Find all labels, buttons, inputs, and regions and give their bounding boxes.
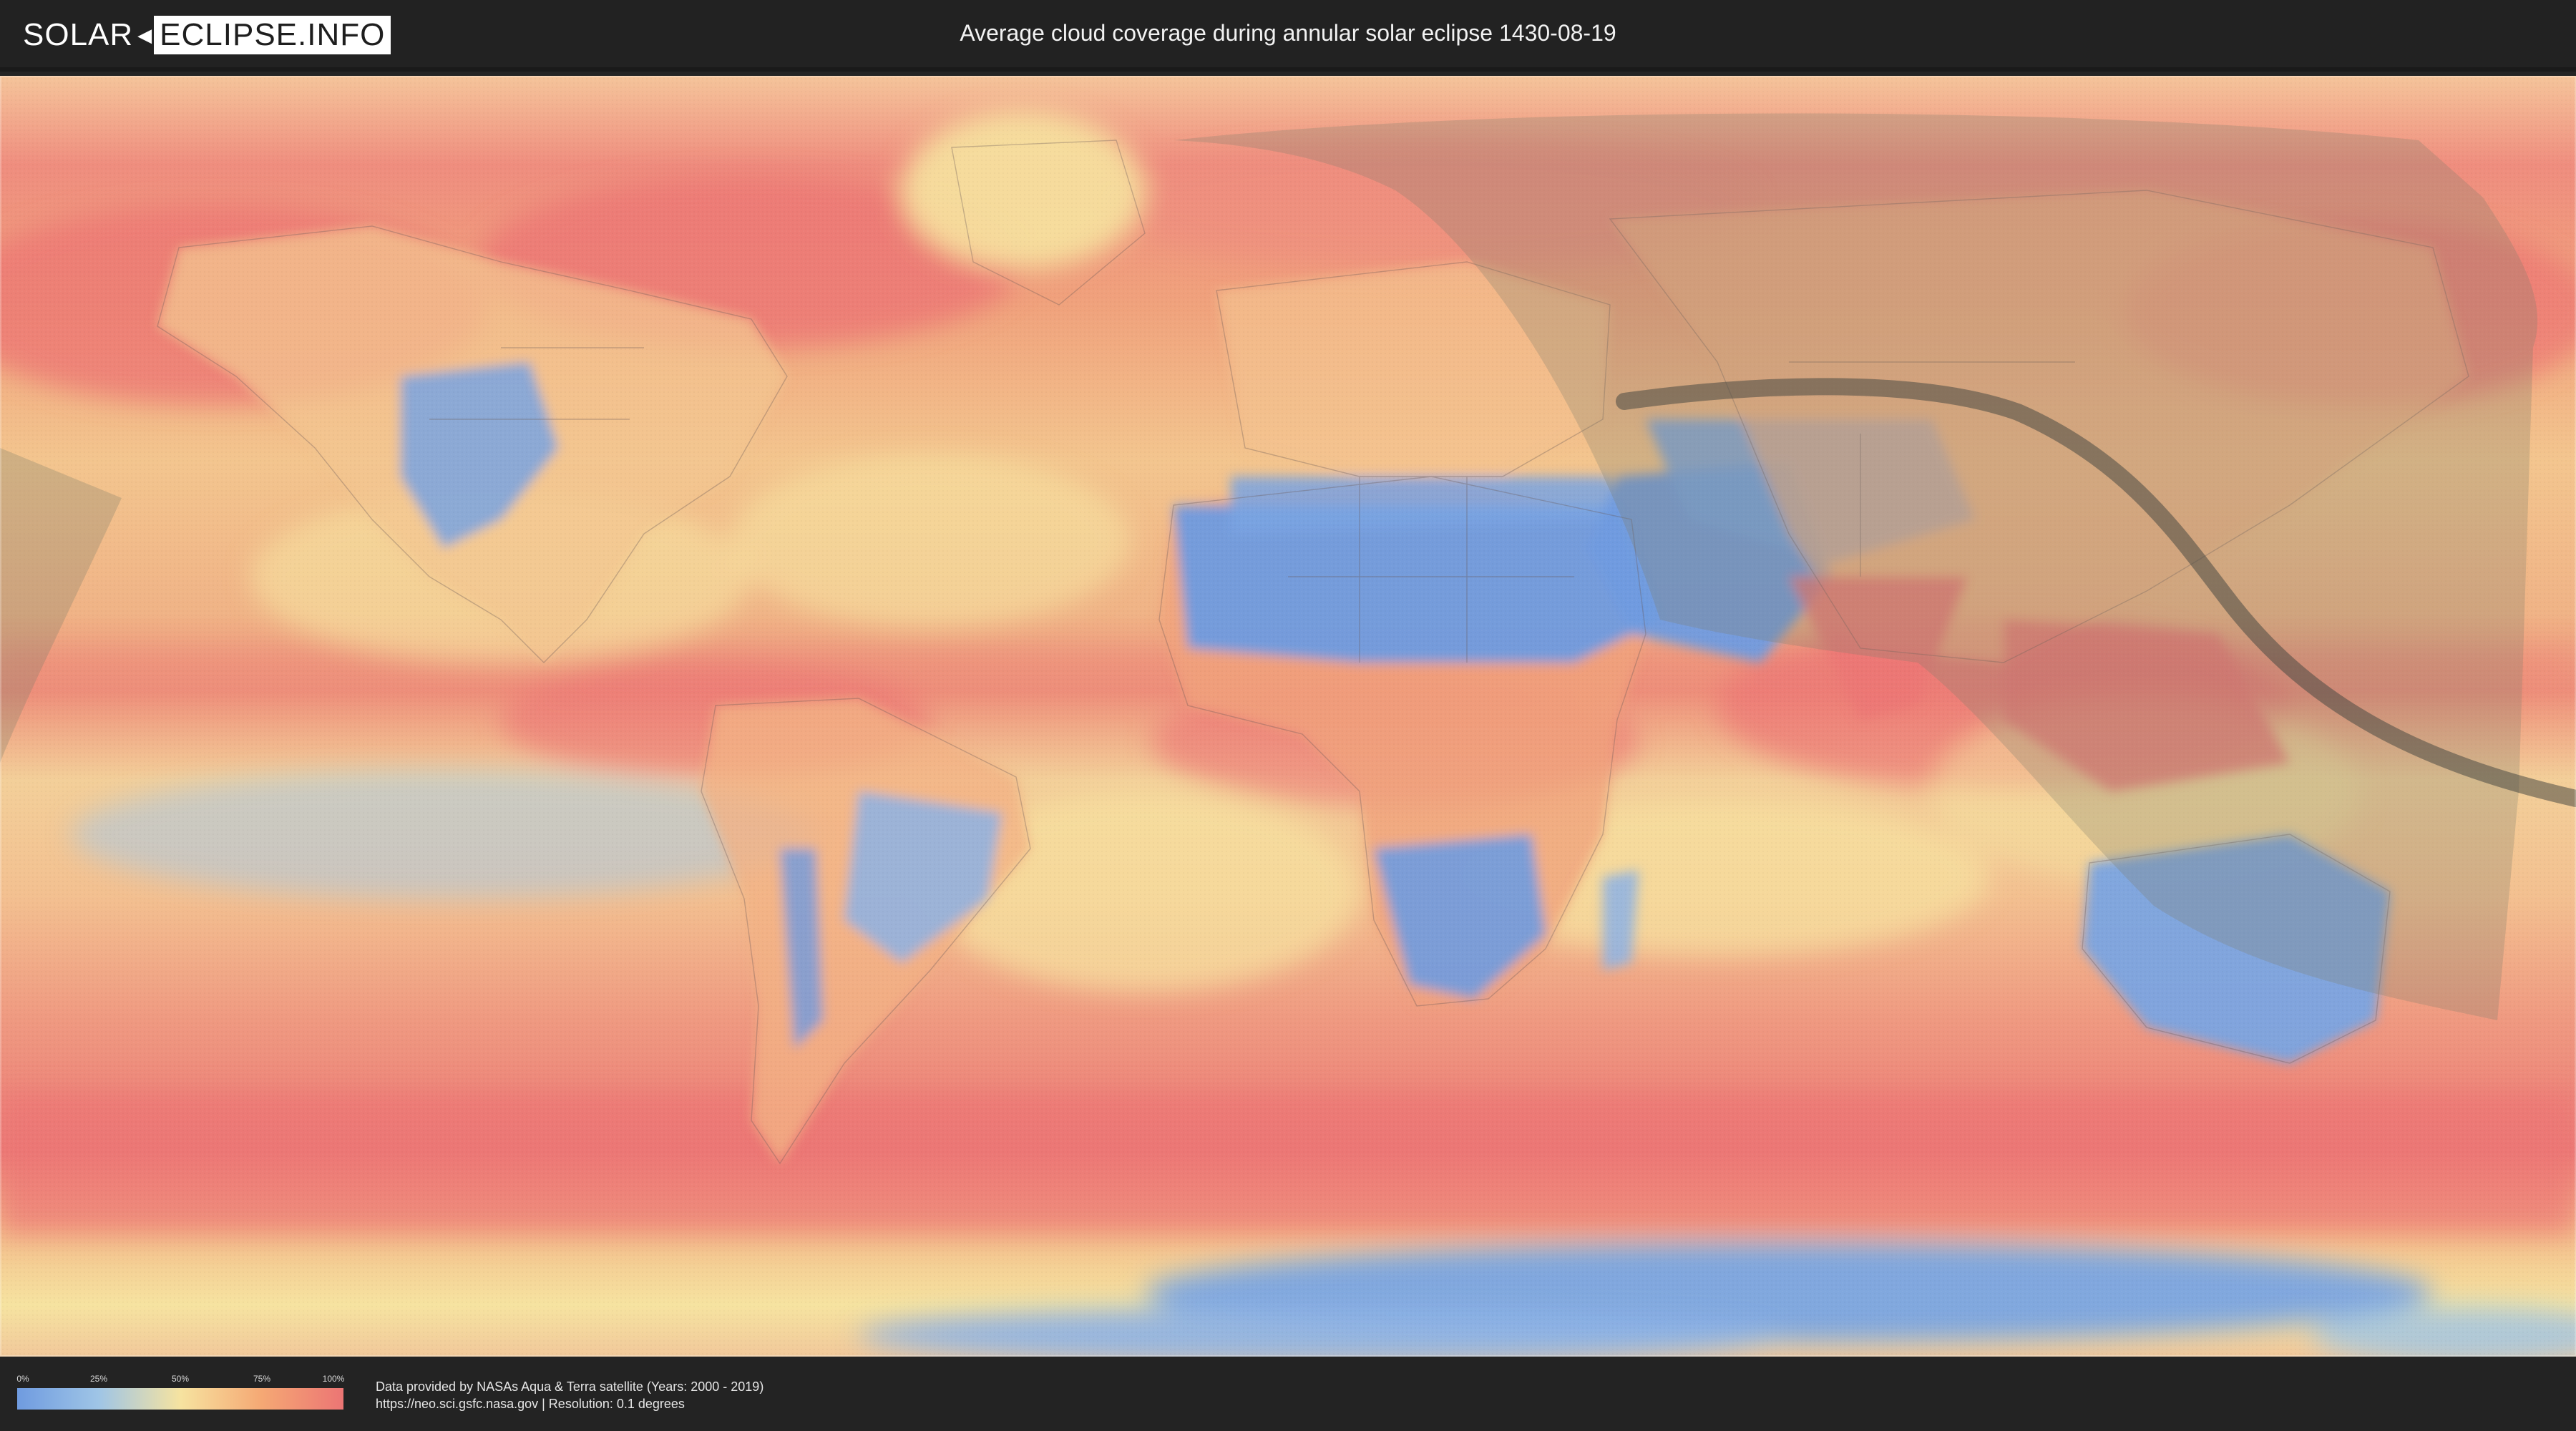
cloud-coverage-legend: 0% 25% 50% 75% 100% [16, 1374, 345, 1414]
data-credit: Data provided by NASAs Aqua & Terra sate… [376, 1378, 763, 1412]
page-title: Average cloud coverage during annular so… [960, 20, 1616, 46]
footer-bar: 0% 25% 50% 75% 100% Data provided by NAS… [0, 1357, 2576, 1431]
credit-source: Data provided by NASAs Aqua & Terra sate… [376, 1379, 764, 1394]
legend-tick-25: 25% [89, 1374, 108, 1384]
page: SOLAR ◀ ECLIPSE.INFO Average cloud cover… [0, 0, 2576, 1431]
legend-color-scale [17, 1388, 343, 1410]
legend-tick-50: 50% [171, 1374, 190, 1384]
legend-tick-75: 75% [253, 1374, 271, 1384]
cloud-coverage-map[interactable] [0, 76, 2576, 1357]
legend-tick-0: 0% [16, 1374, 29, 1384]
header-bar: SOLAR ◀ ECLIPSE.INFO Average cloud cover… [0, 0, 2576, 72]
map-canvas [0, 76, 2576, 1357]
legend-tick-100: 100% [322, 1374, 345, 1384]
credit-url-resolution: https://neo.sci.gsfc.nasa.gov | Resoluti… [376, 1397, 685, 1411]
